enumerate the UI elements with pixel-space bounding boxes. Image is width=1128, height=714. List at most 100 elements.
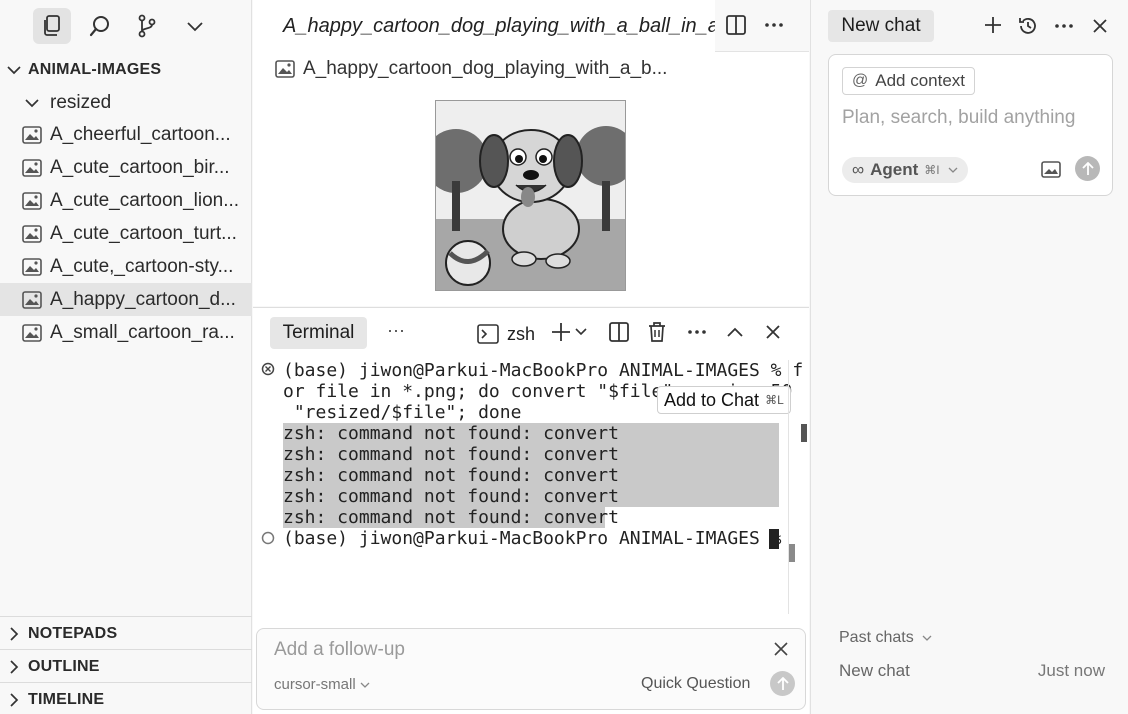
section-label: OUTLINE — [28, 657, 100, 675]
section-label: TIMELINE — [28, 690, 105, 708]
breadcrumb[interactable]: A_happy_cartoon_dog_playing_with_a_b... — [275, 57, 667, 81]
section-timeline[interactable]: TIMELINE — [0, 683, 252, 714]
chevron-down-icon[interactable] — [571, 318, 591, 346]
file-label: A_happy_cartoon_d... — [50, 288, 236, 310]
more-actions-icon[interactable] — [1053, 15, 1075, 42]
close-icon[interactable] — [773, 641, 789, 662]
past-chat-item[interactable]: New chat Just now — [839, 661, 1105, 685]
image-attach-icon[interactable] — [1041, 161, 1061, 183]
folder-name: ANIMAL-IMAGES — [28, 60, 162, 78]
model-label: cursor-small — [274, 676, 356, 693]
file-item[interactable]: A_cute_cartoon_lion... — [0, 184, 252, 217]
folder-header[interactable]: ANIMAL-IMAGES — [0, 53, 252, 86]
file-label: A_cute_cartoon_turt... — [50, 222, 237, 244]
terminal-line: zsh: command not found: convert — [283, 486, 619, 507]
maximize-panel-icon[interactable] — [721, 318, 749, 346]
section-notepads[interactable]: NOTEPADS — [0, 617, 252, 650]
chat-panel: New chat @ Add context Plan, search, bui… — [810, 0, 1128, 714]
file-label: A_small_cartoon_ra... — [50, 321, 235, 343]
file-item[interactable]: A_cheerful_cartoon... — [0, 118, 252, 151]
tab-terminal[interactable]: Terminal — [270, 317, 367, 349]
tab-new-chat[interactable]: New chat — [828, 10, 934, 42]
chat-composer: @ Add context Plan, search, build anythi… — [828, 54, 1113, 196]
terminal-cursor — [769, 529, 779, 549]
scroll-thumb[interactable] — [789, 544, 795, 562]
file-item[interactable]: A_small_cartoon_ra... — [0, 316, 252, 349]
success-status-icon — [261, 531, 275, 550]
past-chats-toggle[interactable]: Past chats — [839, 629, 932, 647]
terminal-line: zsh: command not found: convert — [283, 423, 619, 444]
terminal-line: zsh: command not found: convert — [283, 465, 619, 486]
close-icon[interactable] — [1091, 17, 1109, 40]
terminal-line: zsh: command not found: convert — [283, 444, 619, 465]
terminal-output[interactable]: (base) jiwon@Parkui-MacBookPro ANIMAL-IM… — [283, 360, 803, 620]
arrow-up-icon — [1081, 161, 1094, 175]
source-control-icon[interactable] — [128, 8, 166, 44]
split-editor-icon[interactable] — [725, 14, 749, 38]
model-selector[interactable]: cursor-small — [274, 676, 370, 693]
terminal-scrollbar[interactable] — [788, 360, 789, 614]
error-status-icon — [261, 362, 275, 381]
search-icon[interactable] — [81, 8, 119, 44]
editor-area: A_happy_cartoon_dog_playing_with_a_ball_… — [253, 0, 809, 306]
image-file-icon — [22, 158, 42, 177]
split-terminal-icon[interactable] — [605, 318, 633, 346]
tree-folder-resized[interactable]: resized — [0, 86, 252, 119]
followup-box: Add a follow-up cursor-small Quick Quest… — [256, 628, 806, 710]
file-label: A_cute_cartoon_bir... — [50, 156, 230, 178]
add-to-chat-tooltip[interactable]: Add to Chat ⌘L — [657, 386, 791, 414]
trash-icon[interactable] — [643, 318, 671, 346]
chevron-down-icon — [7, 65, 21, 74]
section-label: NOTEPADS — [28, 624, 118, 642]
explorer-icon[interactable] — [33, 8, 71, 44]
past-chats-label: Past chats — [839, 629, 914, 646]
editor-tab-active[interactable]: A_happy_cartoon_dog_playing_with_a_ball_… — [253, 0, 715, 52]
close-icon[interactable] — [759, 318, 787, 346]
more-actions-icon[interactable] — [683, 318, 711, 346]
editor-tab-title: A_happy_cartoon_dog_playing_with_a_ball_… — [283, 14, 715, 37]
terminal-line: (base) jiwon@Parkui-MacBookPro ANIMAL-IM… — [283, 360, 804, 381]
chevron-down-icon — [25, 98, 39, 107]
tooltip-shortcut: ⌘L — [765, 392, 784, 407]
plus-icon[interactable] — [983, 15, 1003, 40]
scroll-marker — [801, 424, 807, 442]
chevron-right-icon — [10, 626, 19, 641]
panel-more-tabs[interactable]: ··· — [387, 320, 405, 341]
chevron-down-icon[interactable] — [176, 8, 214, 44]
arrow-up-icon — [776, 676, 789, 690]
file-item[interactable]: A_cute_cartoon_bir... — [0, 151, 252, 184]
breadcrumb-label: A_happy_cartoon_dog_playing_with_a_b... — [303, 58, 668, 79]
agent-mode-selector[interactable]: ∞ Agent ⌘I — [842, 157, 968, 183]
history-icon[interactable] — [1017, 15, 1039, 42]
agent-shortcut: ⌘I — [924, 163, 940, 177]
infinity-icon: ∞ — [852, 160, 865, 179]
file-item[interactable]: A_cute_cartoon_turt... — [0, 217, 252, 250]
chevron-right-icon — [10, 659, 19, 674]
image-file-icon — [22, 125, 42, 144]
terminal-line: "resized/$file"; done — [283, 402, 522, 423]
terminal-shell-selector[interactable]: zsh — [477, 322, 535, 346]
chevron-down-icon — [948, 167, 958, 173]
chevron-right-icon — [10, 692, 19, 707]
image-file-icon — [22, 290, 42, 309]
add-context-button[interactable]: @ Add context — [842, 67, 976, 95]
quick-question-button[interactable]: Quick Question — [641, 675, 750, 693]
explorer-sidebar: ANIMAL-IMAGES resized A_cheerful_cartoon… — [0, 0, 252, 714]
image-preview — [435, 100, 626, 291]
send-button[interactable] — [1075, 156, 1100, 181]
editor-tab-bar: A_happy_cartoon_dog_playing_with_a_ball_… — [253, 0, 809, 52]
file-item[interactable]: A_happy_cartoon_d... — [0, 283, 252, 316]
chat-input[interactable]: Plan, search, build anything — [842, 107, 1075, 129]
tree-folder-label: resized — [50, 91, 112, 113]
terminal-line: zsh: command not found: convert — [283, 507, 619, 528]
tooltip-label: Add to Chat — [664, 389, 760, 410]
followup-input[interactable]: Add a follow-up — [274, 639, 405, 661]
file-item[interactable]: A_cute,_cartoon-sty... — [0, 250, 252, 283]
section-outline[interactable]: OUTLINE — [0, 650, 252, 683]
send-button[interactable] — [770, 671, 795, 696]
more-actions-icon[interactable] — [763, 14, 787, 38]
chevron-down-icon — [360, 682, 370, 688]
at-icon: @ — [852, 72, 869, 89]
image-file-icon — [22, 257, 42, 276]
image-file-icon — [22, 224, 42, 243]
